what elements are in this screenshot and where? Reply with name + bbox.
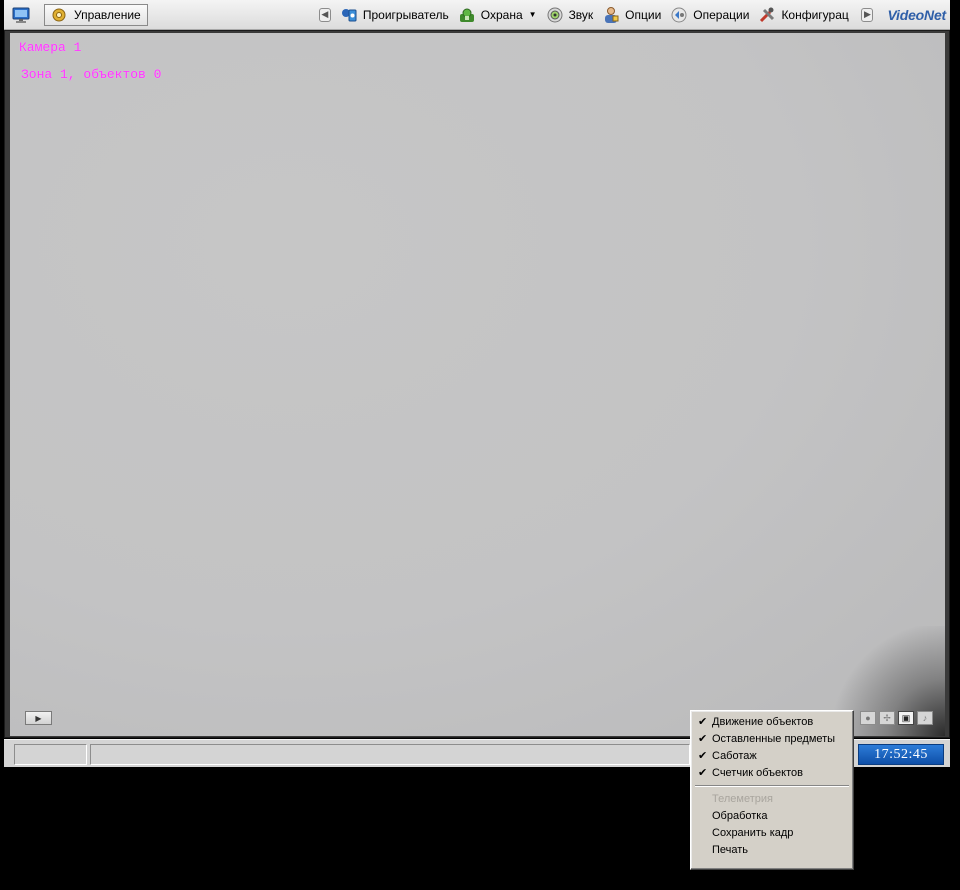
tools-icon [757, 5, 777, 25]
menu-item-processing[interactable]: Обработка [693, 808, 851, 825]
checkmark-icon: ✔ [698, 750, 708, 762]
toolbar-player-label: Проигрыватель [362, 7, 449, 22]
status-cell-1 [14, 744, 87, 765]
play-icon: ▶ [35, 713, 42, 723]
menu-item-label: Телеметрия [712, 793, 773, 805]
status-cell-2 [90, 744, 690, 765]
record-icon[interactable]: ● [860, 711, 876, 725]
menu-item-label: Саботаж [712, 750, 757, 762]
view-controls: ● ✢ ▣ ♪ [860, 711, 933, 725]
menu-item-label: Обработка [712, 810, 768, 822]
audio-icon[interactable]: ♪ [917, 711, 933, 725]
menu-item-motion[interactable]: ✔ Движение объектов [693, 714, 851, 731]
menu-item-sabotage[interactable]: ✔ Саботаж [693, 748, 851, 765]
video-frame: Камера 1 Зона 1, объектов 0 ▶ ● ✢ ▣ ♪ [4, 30, 950, 738]
toolbar-security-label: Охрана [480, 7, 523, 22]
move-icon[interactable]: ✢ [879, 711, 895, 725]
dropdown-caret-icon[interactable]: ▼ [529, 10, 537, 19]
player-icon [339, 5, 359, 25]
toolbar-configuration-label: Конфигурация [781, 7, 849, 22]
scroll-left-icon[interactable]: ◀ [318, 7, 331, 22]
menu-item-label: Оставленные предметы [712, 733, 836, 745]
menu-item-label: Движение объектов [712, 716, 814, 728]
play-button[interactable]: ▶ [25, 711, 52, 725]
menu-separator [695, 785, 849, 787]
menu-item-object-counter[interactable]: ✔ Счетчик объектов [693, 765, 851, 782]
main-toolbar: Управление ◀ Проигрыватель Охрана ▼ Звук… [4, 0, 950, 30]
zone-overlay-text: Зона 1, объектов 0 [21, 67, 162, 82]
options-icon [601, 5, 621, 25]
context-menu: ✔ Движение объектов ✔ Оставленные предме… [690, 710, 854, 870]
toolbar-player[interactable]: Проигрыватель [339, 4, 449, 26]
toolbar-options-label: Опции [625, 7, 662, 22]
scroll-right-icon[interactable]: ▶ [861, 7, 874, 22]
menu-item-print[interactable]: Печать [693, 842, 851, 859]
checkmark-icon: ✔ [698, 767, 708, 779]
toolbar-operations[interactable]: Операции [669, 4, 749, 26]
toolbar-sound[interactable]: Звук [545, 4, 594, 26]
menu-item-label: Счетчик объектов [712, 767, 803, 779]
toolbar-options[interactable]: Опции [601, 4, 661, 26]
manage-button-label: Управление [74, 7, 141, 22]
toolbar-operations-label: Операции [693, 7, 750, 22]
menu-item-left-objects[interactable]: ✔ Оставленные предметы [693, 731, 851, 748]
manage-button[interactable]: Управление [44, 3, 148, 26]
menu-item-telemetry: Телеметрия [693, 791, 851, 808]
clock: 17:52:45 [858, 744, 944, 765]
camera-view[interactable]: Камера 1 Зона 1, объектов 0 ▶ ● ✢ ▣ ♪ [10, 33, 945, 736]
security-icon [457, 5, 477, 25]
operations-icon [669, 5, 689, 25]
monitor-icon[interactable] [10, 4, 32, 26]
checkmark-icon: ✔ [698, 733, 708, 745]
fullscreen-icon[interactable]: ▣ [898, 711, 914, 725]
menu-item-save-frame[interactable]: Сохранить кадр [693, 825, 851, 842]
toolbar-security[interactable]: Охрана ▼ [457, 4, 537, 26]
toolbar-configuration[interactable]: Конфигурация [757, 4, 849, 26]
sound-icon [545, 5, 565, 25]
checkmark-icon: ✔ [698, 716, 708, 728]
brand-logo: VideoNet [887, 6, 946, 23]
menu-item-label: Печать [712, 844, 749, 856]
camera-overlay-text: Камера 1 [19, 40, 82, 55]
gear-icon [49, 5, 69, 25]
toolbar-sound-label: Звук [568, 7, 594, 22]
menu-item-label: Сохранить кадр [712, 827, 794, 839]
